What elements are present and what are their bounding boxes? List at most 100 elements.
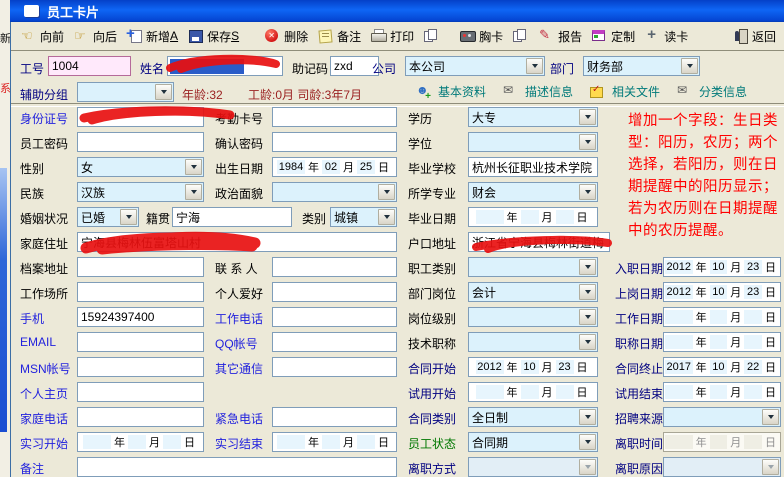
field-grad_date[interactable]: 年月日 bbox=[468, 207, 598, 227]
field-gender[interactable]: 女 bbox=[77, 157, 204, 177]
field-home_addr[interactable]: 宁海县梅林伍富塔山村 bbox=[77, 232, 397, 252]
dropdown-arrow-button[interactable] bbox=[378, 209, 395, 225]
date-day-slot bbox=[744, 385, 762, 399]
field-att_card[interactable] bbox=[272, 107, 397, 127]
toolbar-save-button[interactable]: 保存S bbox=[184, 26, 243, 47]
field-trial_start[interactable]: 年月日 bbox=[468, 382, 598, 402]
dropdown-arrow-button[interactable] bbox=[526, 58, 543, 74]
field-hobby[interactable] bbox=[272, 282, 397, 302]
field-name[interactable] bbox=[167, 56, 283, 76]
date-year-slot bbox=[476, 385, 504, 399]
field-post_level[interactable] bbox=[468, 307, 598, 327]
tab-classification-info[interactable]: 分类信息 bbox=[676, 83, 747, 100]
field-worker_cat[interactable] bbox=[468, 257, 598, 277]
dropdown-arrow-button[interactable] bbox=[185, 184, 202, 200]
dropdown-arrow-button[interactable] bbox=[681, 58, 698, 74]
field-password[interactable] bbox=[77, 132, 204, 152]
tab-related-files[interactable]: 相关文件 bbox=[589, 83, 660, 100]
dropdown-arrow-button[interactable] bbox=[579, 134, 596, 150]
field-trial_end[interactable]: 年月日 bbox=[663, 382, 781, 402]
dropdown-arrow-button[interactable] bbox=[579, 334, 596, 350]
label-marital: 婚姻状况 bbox=[20, 210, 68, 227]
toolbar-print-button[interactable]: 打印 bbox=[367, 26, 418, 47]
toolbar-add-button[interactable]: 新增A bbox=[123, 26, 182, 47]
field-workplace[interactable] bbox=[77, 282, 204, 302]
field-birth_date[interactable]: 1984年02月25日 bbox=[272, 157, 397, 177]
toolbar-print-preview-button[interactable] bbox=[420, 27, 444, 45]
field-major[interactable]: 财会 bbox=[468, 182, 598, 202]
field-mobile[interactable]: 15924397400 bbox=[77, 307, 204, 327]
field-native_place[interactable]: 宁海 bbox=[172, 207, 292, 227]
field-contract_start[interactable]: 2012年10月23日 bbox=[468, 357, 598, 377]
field-ethnicity[interactable]: 汉族 bbox=[77, 182, 204, 202]
dropdown-arrow-button[interactable] bbox=[579, 109, 596, 125]
field-work_date[interactable]: 年月日 bbox=[663, 307, 781, 327]
dropdown-arrow-button[interactable] bbox=[579, 309, 596, 325]
tab-basic-info[interactable]: 基本资料 bbox=[415, 83, 486, 100]
field-home_tel[interactable] bbox=[77, 407, 204, 427]
toolbar-delete-button[interactable]: 删除 bbox=[261, 26, 312, 47]
tab-classification-info-label: 分类信息 bbox=[699, 83, 747, 100]
field-politics[interactable] bbox=[272, 182, 397, 202]
toolbar-read-card-button[interactable]: 读卡 bbox=[641, 26, 692, 47]
field-email[interactable] bbox=[77, 332, 204, 352]
dropdown-arrow-button[interactable] bbox=[579, 284, 596, 300]
field-qq[interactable] bbox=[272, 332, 397, 352]
field-archive_addr[interactable] bbox=[77, 257, 204, 277]
field-emp_no[interactable]: 1004 bbox=[48, 56, 131, 76]
field-emergency_tel[interactable] bbox=[272, 407, 397, 427]
dropdown-arrow-button[interactable] bbox=[185, 159, 202, 175]
field-intern_end[interactable]: 年月日 bbox=[272, 432, 397, 452]
toolbar-badge-button[interactable]: 胸卡 bbox=[456, 26, 507, 47]
field-contract_end[interactable]: 2017年10月22日 bbox=[663, 357, 781, 377]
dropdown-arrow-button bbox=[762, 459, 779, 475]
dropdown-arrow-button[interactable] bbox=[579, 409, 596, 425]
dropdown-arrow-button[interactable] bbox=[378, 184, 395, 200]
dropdown-arrow-button[interactable] bbox=[762, 409, 779, 425]
dropdown-arrow-button[interactable] bbox=[120, 209, 137, 225]
field-dept_post[interactable]: 会计 bbox=[468, 282, 598, 302]
toolbar-next-record-button[interactable]: 向后 bbox=[70, 26, 121, 47]
field-aux_group[interactable] bbox=[77, 82, 174, 102]
field-degree[interactable] bbox=[468, 132, 598, 152]
field-other_comm[interactable] bbox=[272, 357, 397, 377]
field-homepage[interactable] bbox=[77, 382, 204, 402]
field-leave_reason bbox=[663, 457, 781, 477]
field-emp_status[interactable]: 合同期 bbox=[468, 432, 598, 452]
field-title_date[interactable]: 年月日 bbox=[663, 332, 781, 352]
field-contract_type[interactable]: 全日制 bbox=[468, 407, 598, 427]
field-education[interactable]: 大专 bbox=[468, 107, 598, 127]
field-hukou_addr[interactable]: 浙江省宁海县梅林街道梅 bbox=[468, 232, 610, 252]
field-department[interactable]: 财务部 bbox=[583, 56, 700, 76]
dropdown-arrow-button[interactable] bbox=[579, 184, 596, 200]
tab-description-info[interactable]: 描述信息 bbox=[502, 83, 573, 100]
dropdown-arrow-button[interactable] bbox=[155, 84, 172, 100]
toolbar-customize-button[interactable]: 定制 bbox=[588, 26, 639, 47]
toolbar-note-button[interactable]: 备注 bbox=[314, 26, 365, 47]
field-notes[interactable] bbox=[77, 457, 397, 477]
field-hire_date[interactable]: 2012年10月23日 bbox=[663, 257, 781, 277]
field-id_card[interactable] bbox=[77, 107, 204, 127]
field-onboard_date[interactable]: 2012年10月23日 bbox=[663, 282, 781, 302]
date-day-slot: 23 bbox=[556, 360, 574, 374]
toolbar-report-button[interactable]: 报告 bbox=[535, 26, 586, 47]
field-tech_title[interactable] bbox=[468, 332, 598, 352]
field-school[interactable]: 杭州长征职业技术学院 bbox=[468, 157, 598, 177]
toolbar-return-button[interactable]: 返回 bbox=[729, 26, 778, 47]
field-password2[interactable] bbox=[272, 132, 397, 152]
field-msn[interactable] bbox=[77, 357, 204, 377]
selected-name-text bbox=[170, 59, 244, 74]
field-gender-value: 女 bbox=[81, 159, 93, 176]
field-recruit_source[interactable] bbox=[663, 407, 781, 427]
dropdown-arrow-button[interactable] bbox=[579, 434, 596, 450]
field-work_tel[interactable] bbox=[272, 307, 397, 327]
toolbar-prev-record-button[interactable]: 向前 bbox=[17, 26, 68, 47]
field-marital[interactable]: 已婚 bbox=[77, 207, 139, 227]
label-leave_way: 离职方式 bbox=[408, 460, 456, 477]
field-contact_person[interactable] bbox=[272, 257, 397, 277]
field-intern_start[interactable]: 年月日 bbox=[77, 432, 204, 452]
toolbar-badge-preview-button[interactable] bbox=[509, 27, 533, 45]
dropdown-arrow-button[interactable] bbox=[579, 259, 596, 275]
field-category[interactable]: 城镇 bbox=[330, 207, 397, 227]
field-company[interactable]: 本公司 bbox=[405, 56, 545, 76]
